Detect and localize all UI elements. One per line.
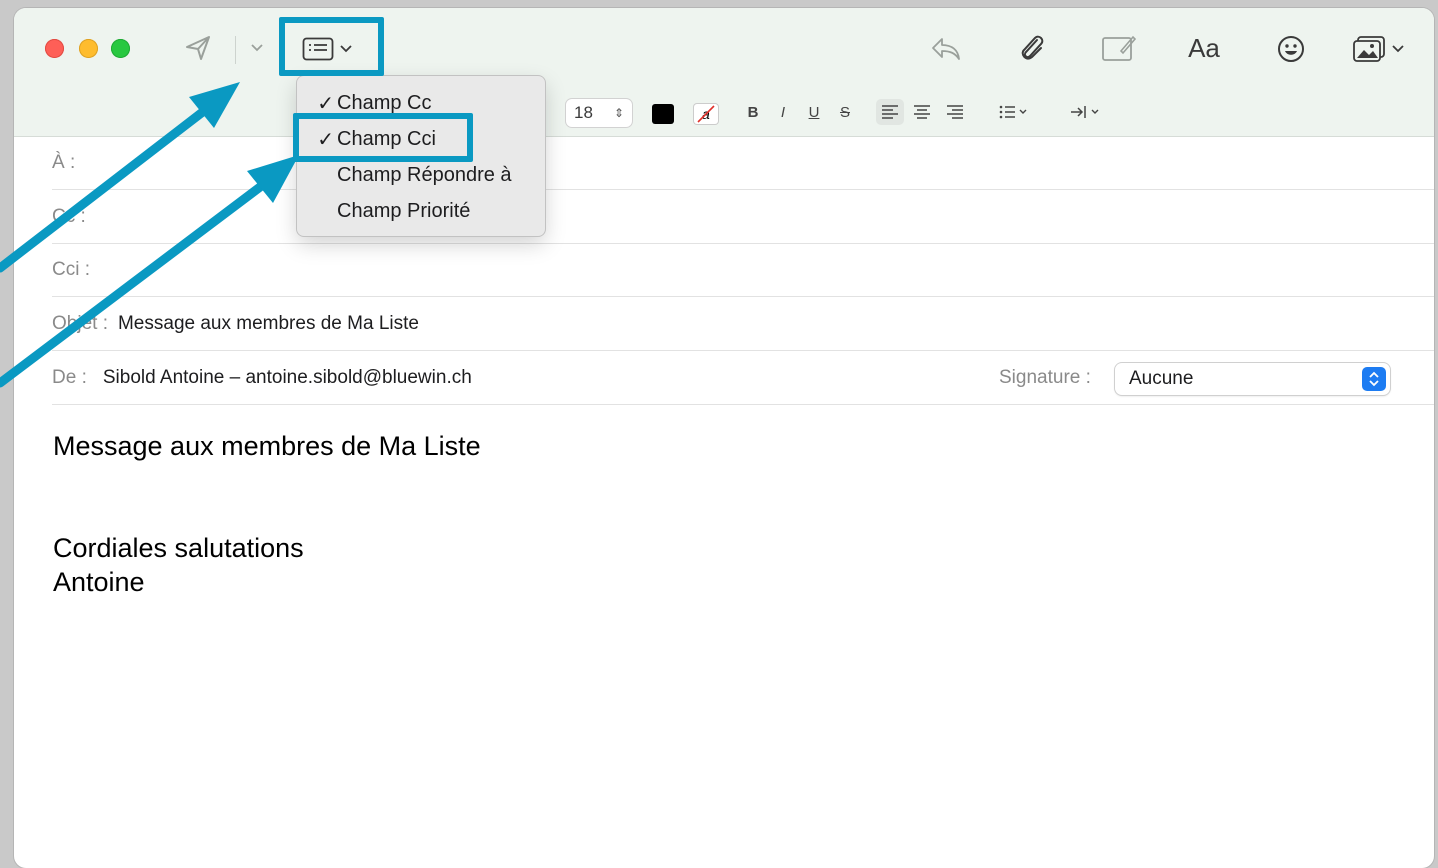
signature-label: Signature : — [999, 366, 1091, 388]
body-line-1[interactable]: Message aux membres de Ma Liste — [53, 431, 481, 462]
menu-item-label: Champ Cc — [337, 91, 432, 114]
subject-row[interactable]: Objet : Message aux membres de Ma Liste — [52, 297, 1434, 351]
underline-button[interactable]: U — [805, 98, 823, 126]
to-row[interactable]: À : — [52, 136, 1434, 190]
send-options-chevron-icon[interactable] — [247, 38, 267, 58]
font-size-value: 18 — [574, 103, 593, 122]
cc-label: Cc : — [52, 205, 86, 227]
header-fields-highlight — [279, 17, 384, 76]
strikethrough-button[interactable]: S — [836, 98, 854, 126]
align-left-icon[interactable] — [876, 99, 904, 125]
close-window-button[interactable] — [45, 39, 64, 58]
menu-item-label: Champ Répondre à — [337, 163, 512, 186]
bcc-label: Cci : — [52, 258, 90, 280]
menu-item-reply-to[interactable]: Champ Répondre à — [297, 158, 545, 192]
smiley-icon[interactable] — [1274, 32, 1308, 66]
align-center-icon[interactable] — [910, 98, 934, 126]
reply-arrow-icon[interactable] — [928, 33, 964, 65]
bcc-option-highlight — [293, 113, 473, 162]
paperclip-icon[interactable] — [1014, 30, 1050, 66]
signature-value: Aucune — [1129, 368, 1194, 389]
align-right-icon[interactable] — [943, 98, 967, 126]
bold-button[interactable]: B — [744, 98, 762, 126]
minimize-window-button[interactable] — [79, 39, 98, 58]
bcc-row[interactable]: Cci : — [52, 243, 1434, 297]
font-color-swatch[interactable] — [652, 104, 674, 124]
menu-item-priority[interactable]: Champ Priorité — [297, 194, 545, 228]
toolbar: Aa 18 ⇕ a B I U S — [14, 8, 1434, 137]
up-down-chevron-icon — [1362, 367, 1386, 391]
body-line-3[interactable]: Antoine — [53, 567, 145, 598]
photo-browser-icon[interactable] — [1348, 32, 1408, 66]
list-style-icon[interactable] — [994, 98, 1034, 126]
subject-label: Objet : — [52, 312, 108, 334]
to-label: À : — [52, 151, 76, 173]
format-button[interactable]: Aa — [1182, 32, 1226, 64]
indent-icon[interactable] — [1066, 98, 1106, 126]
body-line-2[interactable]: Cordiales salutations — [53, 533, 304, 564]
italic-button[interactable]: I — [774, 98, 792, 126]
subject-field[interactable]: Message aux membres de Ma Liste — [118, 313, 419, 335]
markup-icon[interactable] — [1099, 30, 1139, 66]
toolbar-separator — [235, 36, 236, 64]
checkmark-icon: ✓ — [317, 92, 334, 115]
font-size-select[interactable]: 18 ⇕ — [566, 99, 632, 127]
up-down-icon: ⇕ — [613, 106, 624, 120]
from-label: De : — [52, 366, 87, 388]
background-color-icon[interactable]: a — [694, 104, 718, 124]
zoom-window-button[interactable] — [111, 39, 130, 58]
paper-plane-icon[interactable] — [180, 32, 216, 64]
chevron-down-icon — [1392, 45, 1404, 53]
signature-select[interactable]: Aucune — [1115, 363, 1390, 395]
compose-window: Aa 18 ⇕ a B I U S — [14, 8, 1434, 868]
from-account[interactable]: Sibold Antoine – antoine.sibold@bluewin.… — [103, 367, 472, 389]
menu-item-label: Champ Priorité — [337, 199, 471, 222]
cc-row[interactable]: Cc : — [52, 190, 1434, 244]
